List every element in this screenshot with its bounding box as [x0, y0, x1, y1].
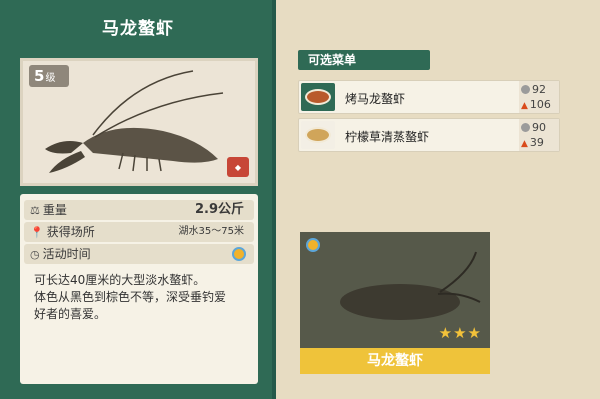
dish-thumbnail — [301, 83, 335, 111]
menu-item-stats: 90 ▲ 39 — [519, 119, 559, 151]
creature-portrait: 5级 ◆ — [20, 58, 258, 186]
location-value: 湖水35～75米 — [178, 226, 244, 237]
info-card: ⚖ 重量 2.9公斤 📍 获得场所 湖水35～75米 ◷ 活动时间 可长达40厘米的大… — [20, 194, 258, 384]
clock-icon: ◷ — [30, 248, 40, 261]
seal-stamp: ◆ — [227, 157, 249, 177]
coin-icon — [521, 123, 530, 132]
dish-thumbnail — [301, 121, 335, 149]
menu-header: 可选菜单 — [298, 50, 430, 70]
rating-stars: ★★★ — [438, 324, 482, 342]
sun-icon[interactable] — [232, 247, 246, 261]
location-row: 📍 获得场所 湖水35～75米 — [24, 222, 254, 242]
flame-icon: ▲ — [521, 101, 528, 111]
scale-icon: ⚖ — [30, 204, 40, 217]
map-pin-icon: 📍 — [30, 226, 44, 239]
menu-item-name: 烤马龙螯虾 — [345, 92, 406, 106]
weight-row: ⚖ 重量 2.9公斤 — [24, 200, 254, 220]
page-title: 马龙螯虾 — [102, 19, 174, 39]
time-row[interactable]: ◷ 活动时间 — [24, 244, 254, 264]
coin-icon — [521, 85, 530, 94]
flame-icon: ▲ — [521, 139, 528, 149]
level-badge: 5级 — [29, 65, 69, 87]
creature-card[interactable]: ★★★ — [300, 232, 490, 348]
menu-item-name: 柠檬草清蒸螯虾 — [345, 130, 430, 144]
sun-icon — [306, 238, 320, 252]
menu-item[interactable]: 烤马龙螯虾 92 ▲ 106 — [298, 80, 560, 114]
description: 可长达40厘米的大型淡水螯虾。 体色从黑色到棕色不等，深受垂钓爱 好者的喜爱。 — [34, 273, 227, 321]
detail-panel: 马龙螯虾 5级 ◆ ⚖ 重量 2.9公斤 📍 获得场所 湖水35～75米 ◷ 活… — [0, 0, 276, 399]
card-name: 马龙螯虾 — [300, 348, 490, 374]
weight-value: 2.9公斤 — [194, 202, 244, 217]
menu-item-stats: 92 ▲ 106 — [519, 81, 559, 113]
menu-item[interactable]: 柠檬草清蒸螯虾 90 ▲ 39 — [298, 118, 560, 152]
